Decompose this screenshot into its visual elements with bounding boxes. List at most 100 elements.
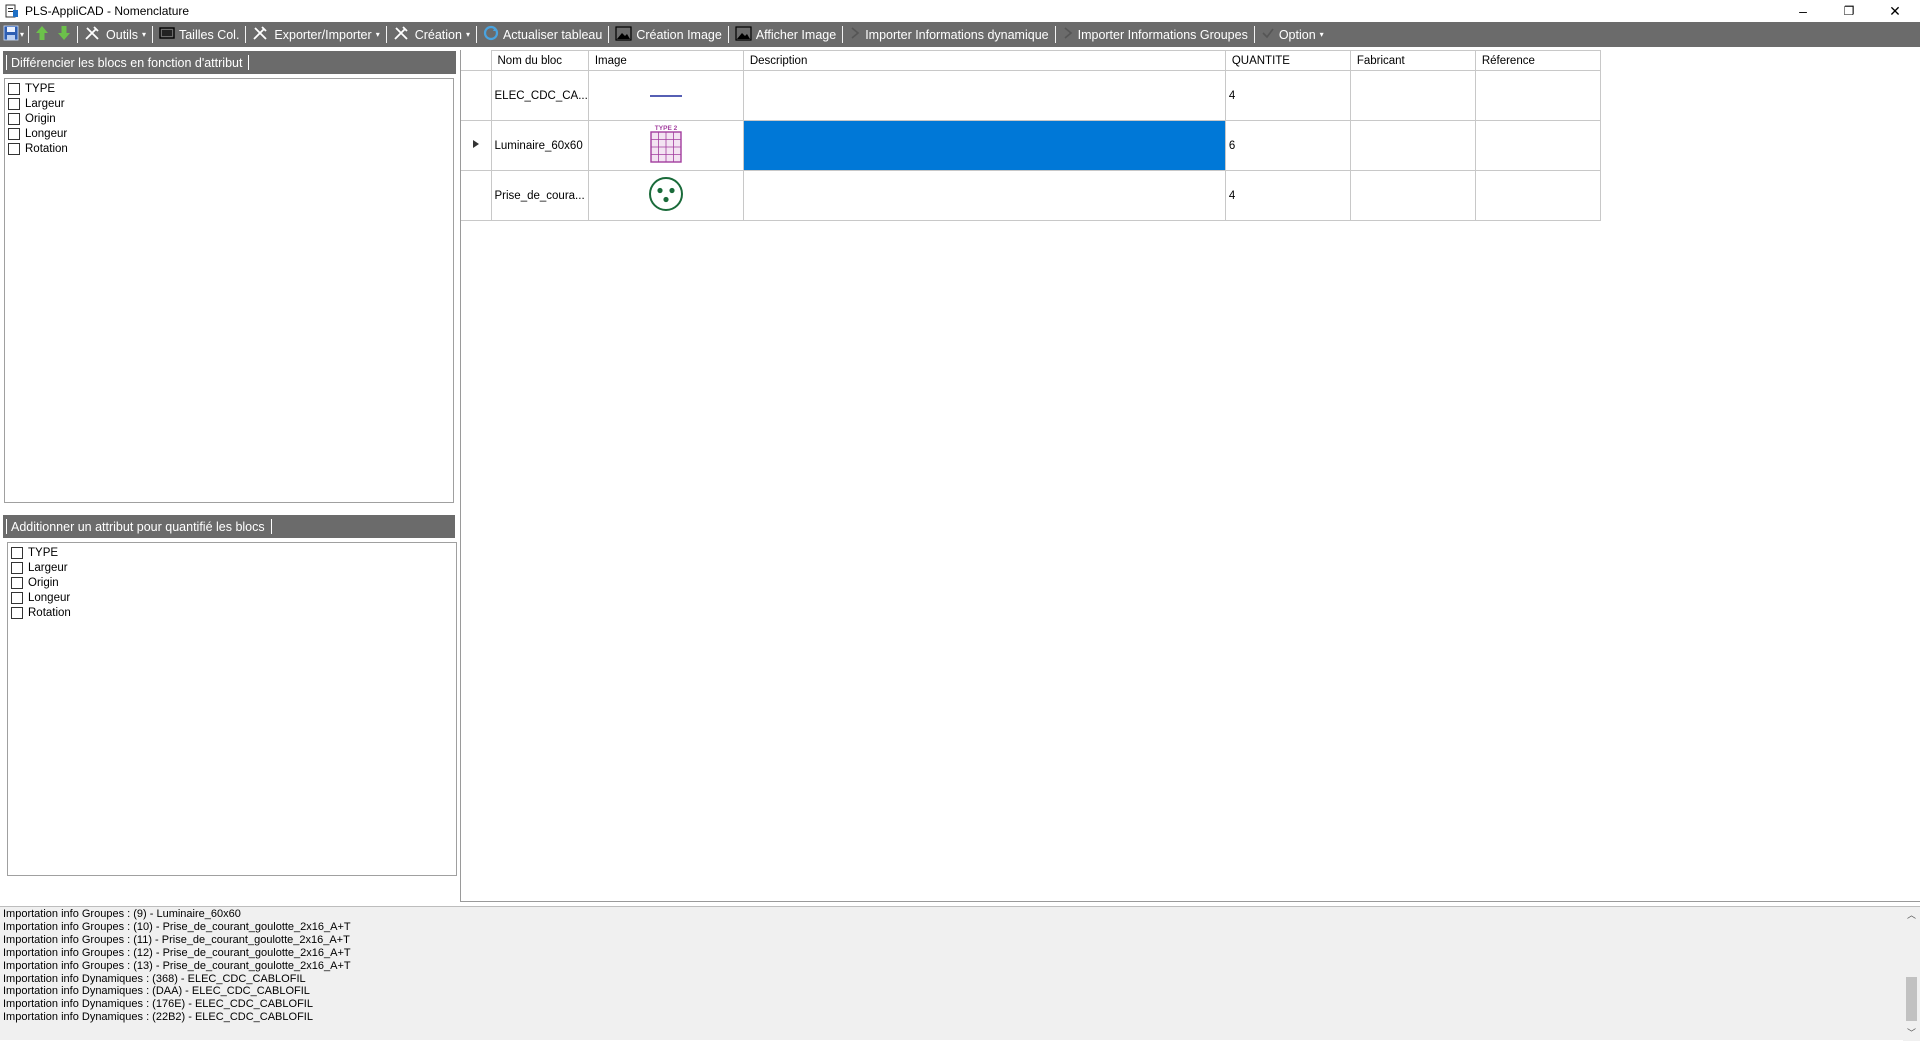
outlet-symbol-icon bbox=[648, 177, 684, 215]
description-cell[interactable] bbox=[742, 70, 1226, 121]
tools-menu[interactable]: Outils ▾ bbox=[80, 22, 150, 47]
column-size-button[interactable]: Tailles Col. bbox=[155, 22, 243, 47]
checkbox[interactable] bbox=[11, 576, 23, 589]
attribute-option-origin[interactable]: Origin bbox=[8, 575, 456, 590]
import-dynamic-info-button[interactable]: Importer Informations dynamique bbox=[845, 22, 1052, 47]
image-icon bbox=[735, 25, 752, 44]
attribute-option-origin[interactable]: Origin bbox=[5, 111, 453, 126]
row-header[interactable] bbox=[461, 120, 492, 171]
log-line: Importation info Dynamiques : (176E) - E… bbox=[3, 998, 313, 1011]
log-lines: Importation info Groupes : (9) - Luminai… bbox=[3, 908, 351, 1024]
column-header-image[interactable]: Image bbox=[587, 50, 744, 71]
creation-menu[interactable]: Création ▾ bbox=[389, 22, 474, 47]
move-up-button[interactable] bbox=[31, 22, 53, 47]
close-button[interactable]: ✕ bbox=[1872, 0, 1918, 22]
description-cell-selected[interactable] bbox=[742, 120, 1226, 171]
column-header-quantite[interactable]: QUANTITE bbox=[1224, 50, 1351, 71]
window-title: PLS-AppliCAD - Nomenclature bbox=[25, 4, 190, 18]
table-row[interactable]: Luminaire_60x60 TYPE 2 6 bbox=[461, 120, 1601, 171]
checkbox[interactable] bbox=[8, 142, 20, 155]
block-name-cell[interactable]: Luminaire_60x60 bbox=[490, 120, 589, 171]
tools-icon bbox=[252, 25, 270, 44]
checkbox[interactable] bbox=[11, 561, 23, 574]
save-button[interactable]: ▾ bbox=[0, 22, 26, 47]
table-row[interactable]: ELEC_CDC_CA... 4 bbox=[461, 70, 1601, 121]
log-line: Importation info Groupes : (10) - Prise_… bbox=[3, 920, 351, 933]
chevron-right-icon bbox=[1062, 26, 1074, 43]
minimize-button[interactable]: – bbox=[1780, 0, 1826, 22]
checkmark-icon bbox=[1261, 26, 1275, 43]
move-down-button[interactable] bbox=[53, 22, 75, 47]
scroll-up-icon[interactable]: ︿ bbox=[1903, 907, 1920, 923]
checkbox[interactable] bbox=[8, 97, 20, 110]
attribute-option-longeur[interactable]: Longeur bbox=[8, 590, 456, 605]
manufacturer-cell[interactable] bbox=[1349, 120, 1476, 171]
checkbox[interactable] bbox=[11, 546, 23, 559]
chevron-right-icon bbox=[849, 26, 861, 43]
table-row[interactable]: Prise_de_coura... 4 bbox=[461, 170, 1601, 221]
description-cell[interactable] bbox=[742, 170, 1226, 221]
block-image-cell[interactable] bbox=[587, 70, 744, 121]
column-header-reference[interactable]: Réference bbox=[1474, 50, 1601, 71]
log-line: Importation info Groupes : (11) - Prise_… bbox=[3, 933, 350, 946]
scroll-down-icon[interactable]: ﹀ bbox=[1903, 1025, 1920, 1041]
attribute-option-type[interactable]: TYPE bbox=[8, 545, 456, 560]
reference-cell[interactable] bbox=[1474, 170, 1601, 221]
bom-grid-area: Nom du bloc Image Description QUANTITE F… bbox=[460, 50, 1920, 902]
block-name-cell[interactable]: ELEC_CDC_CA... bbox=[490, 70, 589, 121]
column-header-nom[interactable]: Nom du bloc bbox=[490, 50, 589, 71]
attribute-option-rotation[interactable]: Rotation bbox=[8, 605, 456, 620]
manufacturer-cell[interactable] bbox=[1349, 70, 1476, 121]
attribute-option-largeur[interactable]: Largeur bbox=[8, 560, 456, 575]
reference-cell[interactable] bbox=[1474, 120, 1601, 171]
block-image-cell[interactable]: TYPE 2 bbox=[587, 120, 744, 171]
log-line: Importation info Dynamiques : (22B2) - E… bbox=[3, 1011, 313, 1024]
show-image-button[interactable]: Afficher Image bbox=[731, 22, 840, 47]
log-scrollbar[interactable]: ︿ ﹀ bbox=[1903, 907, 1920, 1041]
reference-cell[interactable] bbox=[1474, 70, 1601, 121]
attribute-option-type[interactable]: TYPE bbox=[5, 81, 453, 96]
luminaire-symbol-icon: TYPE 2 bbox=[649, 125, 683, 168]
save-icon bbox=[3, 25, 19, 44]
checkbox[interactable] bbox=[8, 127, 20, 140]
block-image-cell[interactable] bbox=[587, 170, 744, 221]
quantity-cell[interactable]: 4 bbox=[1224, 170, 1351, 221]
row-header[interactable] bbox=[461, 170, 492, 221]
scroll-thumb[interactable] bbox=[1906, 977, 1917, 1021]
attribute-option-longeur[interactable]: Longeur bbox=[5, 126, 453, 141]
refresh-table-button[interactable]: Actualiser tableau bbox=[479, 22, 606, 47]
checkbox[interactable] bbox=[8, 112, 20, 125]
image-icon bbox=[615, 25, 632, 44]
quantity-cell[interactable]: 4 bbox=[1224, 70, 1351, 121]
app-icon bbox=[5, 4, 19, 18]
column-size-icon bbox=[159, 26, 175, 43]
attribute-option-rotation[interactable]: Rotation bbox=[5, 141, 453, 156]
export-import-menu[interactable]: Exporter/Importer ▾ bbox=[248, 22, 383, 47]
checkbox[interactable] bbox=[11, 591, 23, 604]
attribute-option-largeur[interactable]: Largeur bbox=[5, 96, 453, 111]
tools-icon bbox=[84, 25, 102, 44]
log-line: Importation info Dynamiques : (DAA) - EL… bbox=[3, 985, 310, 998]
row-header[interactable] bbox=[461, 70, 492, 121]
luminaire-type-label: TYPE 2 bbox=[655, 125, 678, 132]
differentiate-attribute-header: Différencier les blocs en fonction d'att… bbox=[3, 51, 456, 74]
column-header-fabricant[interactable]: Fabricant bbox=[1349, 50, 1476, 71]
table-header-row: Nom du bloc Image Description QUANTITE F… bbox=[461, 50, 1601, 71]
block-name-cell[interactable]: Prise_de_coura... bbox=[490, 170, 589, 221]
sum-attribute-header: Additionner un attribut pour quantifié l… bbox=[3, 515, 455, 538]
quantity-cell[interactable]: 6 bbox=[1224, 120, 1351, 171]
column-header-description[interactable]: Description bbox=[742, 50, 1226, 71]
tools-icon bbox=[393, 25, 411, 44]
option-menu[interactable]: Option ▾ bbox=[1257, 22, 1328, 47]
manufacturer-cell[interactable] bbox=[1349, 170, 1476, 221]
checkbox[interactable] bbox=[11, 606, 23, 619]
line-symbol-icon bbox=[649, 90, 683, 102]
checkbox[interactable] bbox=[8, 82, 20, 95]
log-panel[interactable]: Importation info Groupes : (9) - Luminai… bbox=[0, 906, 1920, 1041]
maximize-button[interactable]: ❐ bbox=[1826, 0, 1872, 22]
current-row-indicator-icon bbox=[472, 140, 480, 152]
log-line: Importation info Groupes : (12) - Prise_… bbox=[3, 946, 351, 959]
create-image-button[interactable]: Création Image bbox=[611, 22, 725, 47]
import-group-info-button[interactable]: Importer Informations Groupes bbox=[1058, 22, 1252, 47]
differentiate-attribute-list: TYPE Largeur Origin Longeur Rotation bbox=[4, 78, 454, 503]
